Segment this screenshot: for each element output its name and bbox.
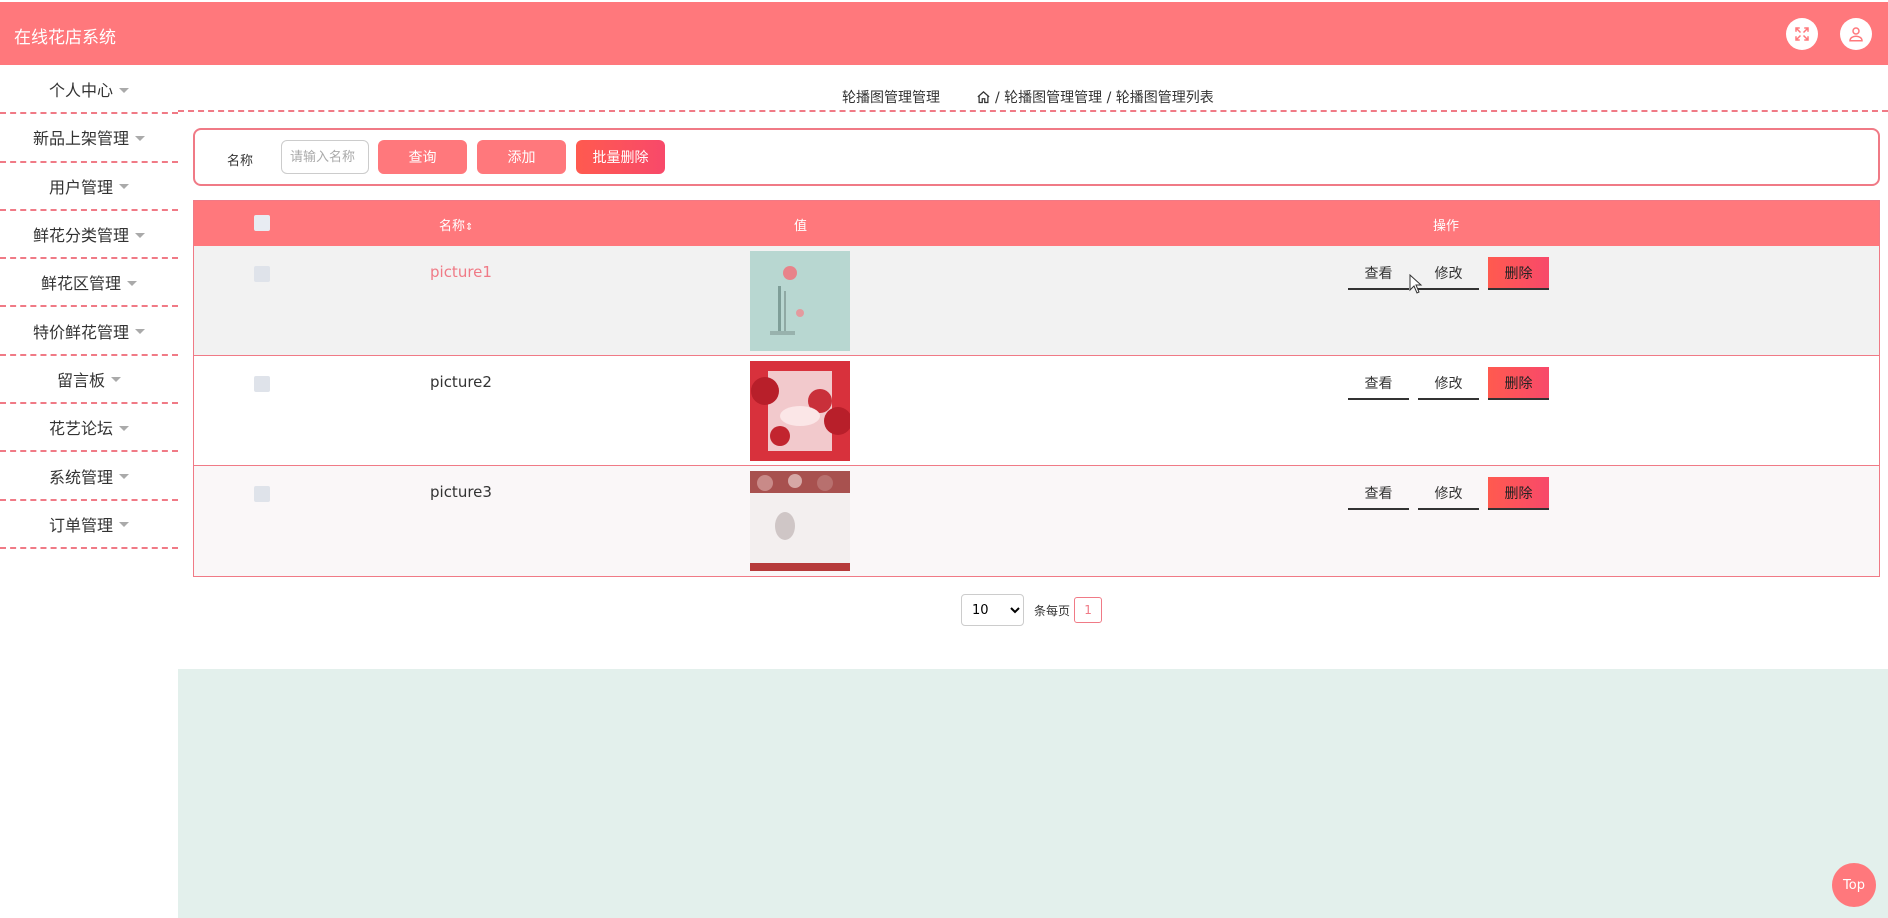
row-actions: 查看 修改 删除 xyxy=(1348,477,1549,510)
data-table: 名称⇕ 值 操作 picture1 查看 修改 删除 picture2 查看 修… xyxy=(193,200,1880,577)
per-page-label: 条每页 xyxy=(1034,603,1071,618)
query-button[interactable]: 查询 xyxy=(378,140,467,174)
breadcrumb-bar: 轮播图管理管理 / 轮播图管理管理 / 轮播图管理列表 xyxy=(178,66,1888,112)
sidebar-item-label: 新品上架管理 xyxy=(32,129,129,149)
sidebar-item-system[interactable]: 系统管理 xyxy=(0,452,178,501)
table-row: picture1 查看 修改 删除 xyxy=(194,246,1879,356)
view-button[interactable]: 查看 xyxy=(1348,367,1409,400)
user-menu-button[interactable] xyxy=(1840,18,1872,50)
table-row: picture3 查看 修改 删除 xyxy=(194,466,1879,576)
caret-down-icon xyxy=(119,425,129,431)
caret-down-icon xyxy=(135,232,145,238)
row-checkbox[interactable] xyxy=(254,266,270,282)
sidebar-item-new-products[interactable]: 新品上架管理 xyxy=(0,114,178,163)
sidebar: 个人中心 新品上架管理 用户管理 鲜花分类管理 鲜花区管理 特价鲜花管理 留言板… xyxy=(0,66,178,549)
row-actions: 查看 修改 删除 xyxy=(1348,257,1549,290)
column-header-name[interactable]: 名称⇕ xyxy=(439,215,473,234)
sidebar-item-label: 鲜花分类管理 xyxy=(32,226,129,246)
sort-icon[interactable]: ⇕ xyxy=(465,222,473,233)
sidebar-item-label: 用户管理 xyxy=(48,177,113,197)
sidebar-item-message-board[interactable]: 留言板 xyxy=(0,356,178,405)
row-name: picture3 xyxy=(430,483,492,501)
search-panel: 名称 查询 添加 批量删除 xyxy=(193,128,1880,186)
expand-icon xyxy=(1795,27,1809,41)
edit-button[interactable]: 修改 xyxy=(1418,477,1479,510)
fullscreen-button[interactable] xyxy=(1786,18,1818,50)
sidebar-item-personal-center[interactable]: 个人中心 xyxy=(0,66,178,115)
sidebar-item-label: 特价鲜花管理 xyxy=(32,322,129,342)
row-name: picture1 xyxy=(430,263,492,281)
sidebar-item-label: 花艺论坛 xyxy=(48,419,113,439)
app-header: 在线花店系统 xyxy=(0,2,1888,65)
carousel-image-thumbnail[interactable] xyxy=(750,361,850,461)
view-button[interactable]: 查看 xyxy=(1348,257,1409,290)
user-icon xyxy=(1849,27,1863,42)
row-checkbox[interactable] xyxy=(254,486,270,502)
back-to-top-button[interactable]: Top xyxy=(1832,863,1876,907)
edit-button[interactable]: 修改 xyxy=(1418,367,1479,400)
select-all-checkbox[interactable] xyxy=(254,215,270,231)
view-button[interactable]: 查看 xyxy=(1348,477,1409,510)
sidebar-item-label: 鲜花区管理 xyxy=(40,274,121,294)
home-icon[interactable] xyxy=(976,90,991,105)
column-header-actions: 操作 xyxy=(1433,219,1460,234)
search-input[interactable] xyxy=(281,140,369,174)
caret-down-icon xyxy=(119,522,129,528)
sidebar-item-label: 系统管理 xyxy=(48,467,113,487)
table-row: picture2 查看 修改 删除 xyxy=(194,356,1879,466)
row-checkbox[interactable] xyxy=(254,376,270,392)
delete-button[interactable]: 删除 xyxy=(1488,477,1549,510)
sidebar-item-label: 个人中心 xyxy=(48,81,113,101)
app-title: 在线花店系统 xyxy=(14,28,116,48)
carousel-image-thumbnail[interactable] xyxy=(750,251,850,351)
sidebar-item-flower-categories[interactable]: 鲜花分类管理 xyxy=(0,211,178,260)
sidebar-item-forum[interactable]: 花艺论坛 xyxy=(0,404,178,453)
caret-down-icon xyxy=(111,377,121,383)
main-content: 轮播图管理管理 / 轮播图管理管理 / 轮播图管理列表 名称 查询 添加 批量删… xyxy=(178,66,1888,918)
table-header: 名称⇕ 值 操作 xyxy=(194,201,1879,246)
add-button[interactable]: 添加 xyxy=(477,140,566,174)
sidebar-item-flower-zone[interactable]: 鲜花区管理 xyxy=(0,259,178,308)
sidebar-item-label: 留言板 xyxy=(56,370,105,390)
sidebar-item-users[interactable]: 用户管理 xyxy=(0,163,178,211)
sidebar-item-orders[interactable]: 订单管理 xyxy=(0,501,178,549)
page-number-current[interactable]: 1 xyxy=(1074,597,1103,623)
delete-button[interactable]: 删除 xyxy=(1488,257,1549,290)
search-label: 名称 xyxy=(227,154,254,169)
page-title: 轮播图管理管理 xyxy=(842,90,940,106)
caret-down-icon xyxy=(135,135,145,141)
caret-down-icon xyxy=(127,280,137,286)
delete-button[interactable]: 删除 xyxy=(1488,367,1549,400)
page-size-select[interactable]: 10 xyxy=(961,594,1024,626)
edit-button[interactable]: 修改 xyxy=(1418,257,1479,290)
breadcrumb: / 轮播图管理管理 / 轮播图管理列表 xyxy=(976,87,1214,107)
batch-delete-button[interactable]: 批量删除 xyxy=(576,140,665,174)
carousel-image-thumbnail[interactable] xyxy=(750,471,850,571)
caret-down-icon xyxy=(119,184,129,190)
footer-background xyxy=(178,669,1888,918)
sidebar-item-label: 订单管理 xyxy=(48,515,113,535)
row-name: picture2 xyxy=(430,373,492,391)
caret-down-icon xyxy=(119,87,129,93)
breadcrumb-path: / 轮播图管理管理 / 轮播图管理列表 xyxy=(995,90,1214,106)
row-actions: 查看 修改 删除 xyxy=(1348,367,1549,400)
sidebar-item-special-offers[interactable]: 特价鲜花管理 xyxy=(0,307,178,356)
caret-down-icon xyxy=(135,329,145,335)
caret-down-icon xyxy=(119,474,129,480)
mouse-cursor-icon xyxy=(1409,274,1423,294)
pagination: 10 条每页 1 xyxy=(961,594,1103,626)
column-header-value: 值 xyxy=(794,219,808,234)
